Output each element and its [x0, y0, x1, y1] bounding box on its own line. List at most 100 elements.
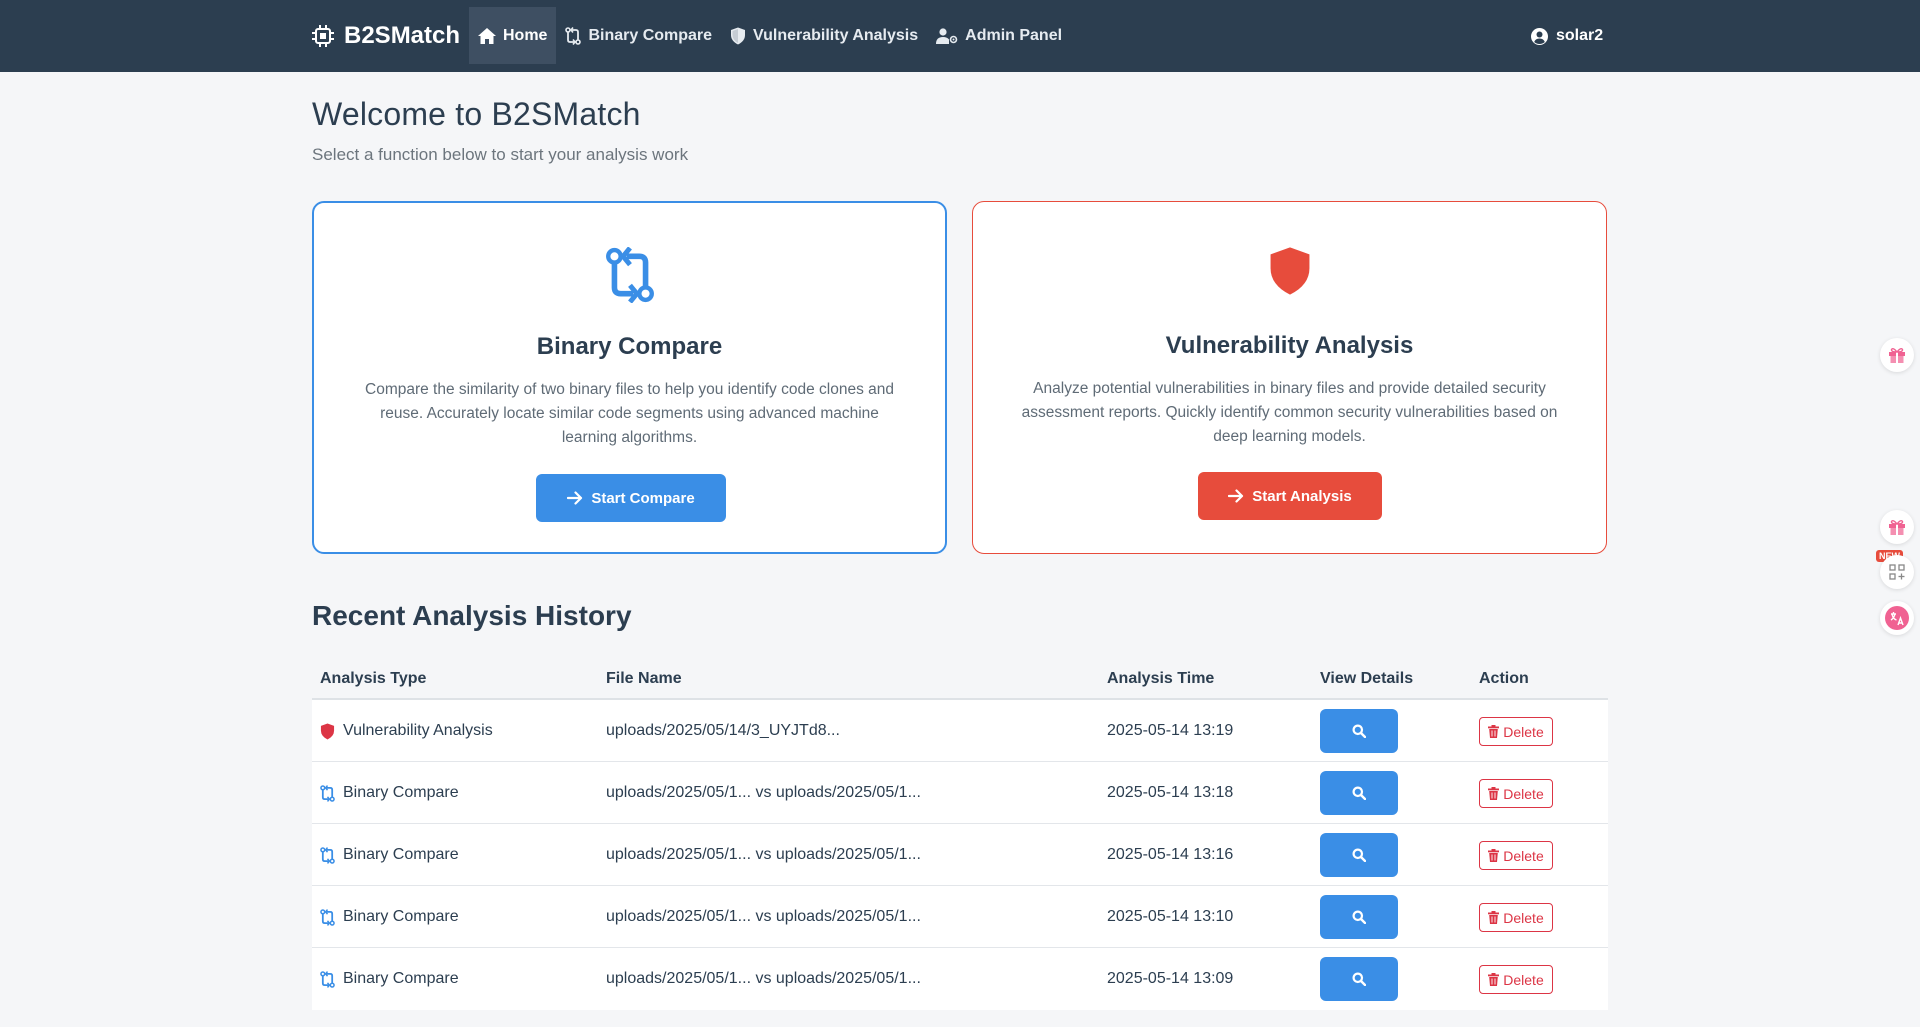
top-navbar: B2SMatch Home Binary Compare Vulnerabili…: [0, 0, 1920, 72]
compare-icon: [314, 247, 945, 303]
button-label: Start Analysis: [1252, 487, 1352, 505]
translate-icon: [1884, 605, 1910, 631]
arrow-right-icon: [1228, 489, 1244, 503]
nav-item-home[interactable]: Home: [469, 7, 557, 64]
user-menu[interactable]: solar2: [1531, 0, 1603, 72]
view-details-button[interactable]: [1320, 709, 1398, 753]
view-details-button[interactable]: [1320, 895, 1398, 939]
admin-user-icon: [936, 27, 958, 44]
analysis-type-cell: Binary Compare: [320, 948, 459, 1010]
column-header: Analysis Type: [320, 670, 427, 687]
search-icon: [1352, 786, 1366, 800]
file-name: uploads/2025/05/14/3_UYJTd8...: [606, 722, 840, 739]
page-subtitle: Select a function below to start your an…: [312, 145, 689, 164]
user-name: solar2: [1556, 27, 1604, 44]
card-title: Binary Compare: [536, 333, 723, 360]
column-header: View Details: [1320, 670, 1414, 687]
brand-logo[interactable]: B2SMatch: [311, 0, 460, 72]
analysis-time: 2025-05-14 13:16: [1107, 846, 1234, 863]
user-circle-icon: [1531, 27, 1548, 45]
trash-icon: [1488, 787, 1500, 800]
nav-item-label: Vulnerability Analysis: [753, 26, 919, 44]
nav-item-label: Home: [503, 26, 548, 44]
nav-item-vulnerability-analysis[interactable]: Vulnerability Analysis: [721, 7, 927, 64]
apps-widget-button[interactable]: [1880, 555, 1914, 589]
card-title: Vulnerability Analysis: [1165, 332, 1414, 359]
table-row: Binary Compare uploads/2025/05/1... vs u…: [312, 824, 1608, 886]
history-table: Analysis Type File Name Analysis Time Vi…: [312, 660, 1608, 1010]
trash-icon: [1488, 725, 1500, 738]
delete-button[interactable]: Delete: [1479, 779, 1553, 808]
analysis-type: Binary Compare: [343, 970, 459, 987]
analysis-type-cell: Vulnerability Analysis: [320, 700, 493, 762]
analysis-type-cell: Binary Compare: [320, 762, 459, 824]
delete-button[interactable]: Delete: [1479, 903, 1553, 932]
chip-icon: [311, 24, 335, 48]
nav-links: Home Binary Compare Vulnerability Analys…: [469, 7, 1071, 64]
view-details-button[interactable]: [1320, 833, 1398, 877]
gift-icon: [1888, 346, 1906, 364]
apps-grid-icon: [1889, 564, 1905, 580]
delete-button[interactable]: Delete: [1479, 965, 1553, 994]
gift-widget-button[interactable]: [1880, 338, 1914, 372]
nav-item-binary-compare[interactable]: Binary Compare: [556, 7, 721, 64]
nav-item-admin-panel[interactable]: Admin Panel: [927, 7, 1071, 64]
start-compare-button[interactable]: Start Compare: [536, 474, 726, 522]
analysis-type-cell: Binary Compare: [320, 824, 459, 886]
trash-icon: [1488, 911, 1500, 924]
compare-icon: [565, 26, 582, 45]
analysis-type: Binary Compare: [343, 908, 459, 925]
delete-label: Delete: [1503, 971, 1544, 988]
analysis-time: 2025-05-14 13:18: [1107, 784, 1234, 801]
search-icon: [1352, 724, 1366, 738]
file-name: uploads/2025/05/1... vs uploads/2025/05/…: [606, 908, 921, 925]
analysis-type: Vulnerability Analysis: [343, 722, 493, 739]
binary-compare-card: Binary Compare Compare the similarity of…: [312, 201, 947, 554]
table-row: Binary Compare uploads/2025/05/1... vs u…: [312, 948, 1608, 1010]
gift-icon: [1888, 518, 1906, 536]
delete-button[interactable]: Delete: [1479, 717, 1553, 746]
card-description: Compare the similarity of two binary fil…: [365, 381, 894, 446]
compare-icon: [320, 970, 335, 988]
shield-icon: [973, 246, 1606, 296]
delete-button[interactable]: Delete: [1479, 841, 1553, 870]
home-icon: [478, 27, 496, 44]
nav-item-label: Binary Compare: [588, 26, 713, 44]
shield-icon: [320, 723, 335, 740]
delete-label: Delete: [1503, 785, 1544, 802]
compare-icon: [320, 784, 335, 802]
delete-label: Delete: [1503, 847, 1544, 864]
compare-icon: [320, 846, 335, 864]
analysis-type: Binary Compare: [343, 846, 459, 863]
button-label: Start Compare: [591, 489, 695, 507]
translate-widget-button[interactable]: [1880, 601, 1914, 635]
view-details-button[interactable]: [1320, 771, 1398, 815]
page-title: Welcome to B2SMatch: [312, 96, 641, 132]
trash-icon: [1488, 973, 1500, 986]
view-details-button[interactable]: [1320, 957, 1398, 1001]
analysis-time: 2025-05-14 13:09: [1107, 970, 1234, 987]
analysis-type-cell: Binary Compare: [320, 886, 459, 948]
gift-widget-button[interactable]: [1880, 510, 1914, 544]
search-icon: [1352, 848, 1366, 862]
search-icon: [1352, 910, 1366, 924]
delete-label: Delete: [1503, 909, 1544, 926]
analysis-time: 2025-05-14 13:10: [1107, 908, 1234, 925]
file-name: uploads/2025/05/1... vs uploads/2025/05/…: [606, 784, 921, 801]
trash-icon: [1488, 849, 1500, 862]
column-header: File Name: [606, 670, 682, 687]
brand-name: B2SMatch: [344, 22, 461, 49]
analysis-type: Binary Compare: [343, 784, 459, 801]
shield-icon: [730, 27, 746, 45]
table-header: Analysis Type File Name Analysis Time Vi…: [312, 660, 1608, 700]
table-row: Vulnerability Analysis uploads/2025/05/1…: [312, 700, 1608, 762]
card-description: Analyze potential vulnerabilities in bin…: [1021, 380, 1558, 445]
start-analysis-button[interactable]: Start Analysis: [1198, 472, 1382, 520]
file-name: uploads/2025/05/1... vs uploads/2025/05/…: [606, 970, 921, 987]
arrow-right-icon: [567, 491, 583, 505]
analysis-time: 2025-05-14 13:19: [1107, 722, 1234, 739]
compare-icon: [320, 908, 335, 926]
search-icon: [1352, 972, 1366, 986]
history-title: Recent Analysis History: [312, 600, 632, 631]
file-name: uploads/2025/05/1... vs uploads/2025/05/…: [606, 846, 921, 863]
